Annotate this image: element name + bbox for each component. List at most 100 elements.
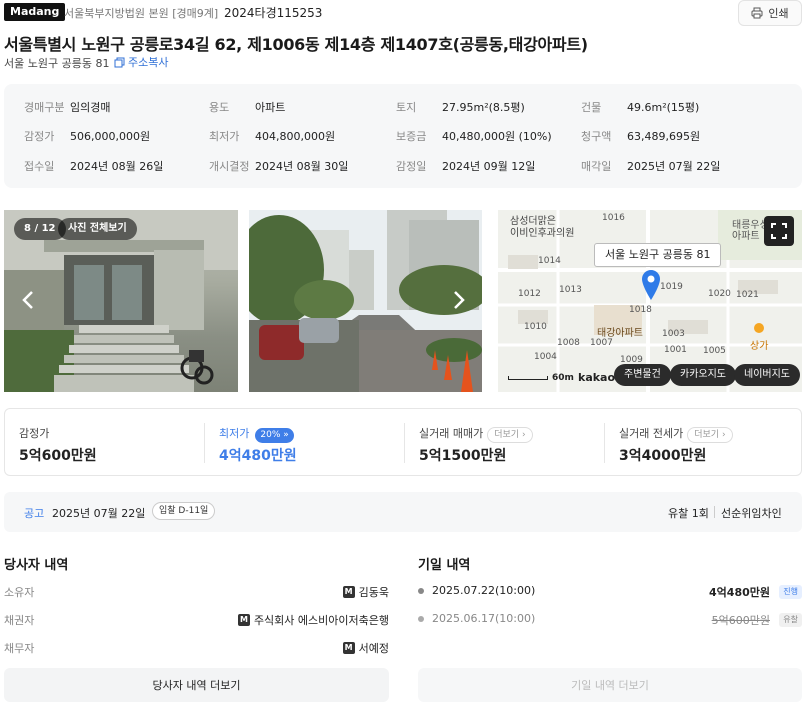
info-label: 용도 (209, 101, 230, 114)
map-tooltip: 서울 노원구 공릉동 81 (594, 243, 722, 267)
info-value: 40,480,000원 (10%) (442, 130, 552, 143)
price-trade: 실거래 매매가 더보기 › 5억1500만원 (405, 409, 604, 475)
copy-icon (114, 57, 125, 67)
view-all-photos-button[interactable]: 사진 전체보기 (58, 218, 137, 240)
chevron-right-icon (454, 291, 465, 309)
price-value: 3억4000만원 (619, 448, 707, 464)
price-minimum: 최저가 20% » 4억480만원 (205, 409, 404, 475)
info-label: 감정가 (24, 130, 55, 143)
map-label: 1013 (559, 285, 582, 295)
copy-address-label: 주소복사 (128, 56, 169, 69)
photo-next-button[interactable] (449, 288, 469, 312)
m-badge-icon: M (342, 586, 355, 598)
case-number: 2024타경115253 (224, 6, 323, 20)
info-label: 건물 (581, 101, 602, 114)
pin-small-icon (754, 323, 765, 333)
print-label: 인쇄 (768, 7, 789, 20)
map-label: 1020 (708, 289, 731, 299)
history-price: 5억600만원 (711, 614, 770, 627)
history-row: 2025.07.22(10:00) 4억480만원 진행 (418, 582, 802, 602)
brand-logo: Madang (4, 3, 66, 21)
map-label: 1007 (590, 338, 613, 348)
map-scale-bar (508, 376, 548, 380)
parties-more-button[interactable]: 당사자 내역 더보기 (4, 668, 389, 702)
nearby-items-button[interactable]: 주변물건 (614, 364, 671, 386)
price-label: 감정가 (19, 427, 50, 440)
info-received: 접수일 2024년 08월 26일 (24, 158, 163, 174)
chevron-left-icon (22, 291, 33, 309)
map-expand-button[interactable] (764, 216, 794, 246)
price-label-text: 실거래 매매가 (419, 427, 484, 440)
map-label: 1012 (518, 289, 541, 299)
info-land: 토지 27.95m²(8.5평) (396, 99, 525, 115)
info-label: 경매구분 (24, 101, 65, 114)
party-row: 소유자 M 김동욱 (4, 582, 389, 602)
map-label: 1016 (602, 213, 625, 223)
map-label: 1005 (703, 346, 726, 356)
photo-prev-button[interactable] (18, 288, 38, 312)
status-badge: 유찰 (779, 613, 802, 627)
party-value: M 서예정 (342, 640, 389, 656)
m-badge-icon: M (237, 614, 250, 626)
property-photo-entrance[interactable]: 8 / 12 사진 전체보기 (4, 210, 238, 392)
divider (714, 506, 715, 518)
party-row: 채무자 M 서예정 (4, 638, 389, 658)
info-building: 건물 49.6m²(15평) (581, 99, 699, 115)
parties-title: 당사자 내역 (4, 558, 69, 573)
discount-badge: 20% » (255, 428, 294, 443)
history-date: 2025.06.17(10:00) (432, 612, 536, 625)
location-map[interactable]: 삼성더맑은 이비인후과의원 1016 태릉우성 아파트 1014 1013 1019… (498, 210, 802, 392)
info-label: 접수일 (24, 160, 55, 173)
senior-tenant-tag: 선순위임차인 (721, 507, 782, 520)
price-appraisal: 감정가 5억600만원 (5, 409, 204, 475)
lease-more-button[interactable]: 더보기 › (687, 427, 733, 443)
copy-address-button[interactable]: 주소복사 (114, 54, 168, 70)
kakao-logo: kakao (578, 371, 616, 384)
lot-address: 서울 노원구 공릉동 81 (4, 57, 110, 70)
map-label: 1003 (662, 329, 685, 339)
info-label: 보증금 (396, 130, 427, 143)
trade-more-button[interactable]: 더보기 › (487, 427, 533, 443)
price-value: 4억480만원 (219, 448, 297, 464)
party-value: M 주식회사 에스비아이저축은행 (237, 612, 389, 628)
history-row: 2025.06.17(10:00) 5억600만원 유찰 (418, 610, 802, 630)
info-start-decision: 개시결정 2024년 08월 30일 (209, 158, 348, 174)
printer-icon (751, 7, 763, 19)
map-label: 1008 (557, 338, 580, 348)
notice-bar: 공고 2025년 07월 22일 입찰 D-11일 유찰 1회 선순위임차인 (4, 492, 802, 532)
price-label: 최저가 20% » (219, 425, 294, 443)
fail-count: 유찰 1회 (668, 507, 709, 520)
party-value: M 김동욱 (342, 584, 389, 600)
price-label: 실거래 전세가 더보기 › (619, 425, 733, 443)
info-minimum: 최저가 404,800,000원 (209, 128, 335, 144)
price-label-text: 실거래 전세가 (619, 427, 684, 440)
info-value: 아파트 (255, 101, 286, 114)
map-label: 1010 (524, 322, 547, 332)
info-value: 2024년 08월 26일 (70, 160, 164, 173)
price-summary: 감정가 5억600만원 최저가 20% » 4억480만원 실거래 매매가 더보기 … (4, 408, 802, 476)
info-appraisal-date: 감정일 2024년 09월 12일 (396, 158, 535, 174)
info-value: 404,800,000원 (255, 130, 336, 143)
party-name: 주식회사 에스비아이저축은행 (253, 614, 389, 627)
bullet-icon (418, 616, 424, 622)
naver-map-button[interactable]: 네이버지도 (734, 364, 800, 386)
property-title: 서울특별시 노원구 공릉로34길 62, 제1006동 제14층 제1407호(… (4, 35, 588, 54)
map-label: 이비인후과의원 (510, 228, 575, 239)
m-badge-icon: M (342, 642, 355, 654)
map-label: 1001 (664, 345, 687, 355)
history-more-button[interactable]: 기일 내역 더보기 (418, 668, 802, 702)
party-role: 채권자 (4, 614, 35, 627)
kakao-map-button[interactable]: 카카오지도 (670, 364, 736, 386)
print-button[interactable]: 인쇄 (738, 0, 802, 26)
property-photo-street[interactable] (249, 210, 482, 392)
notice-label: 공고 (24, 507, 45, 520)
party-role: 소유자 (4, 586, 35, 599)
info-label: 토지 (396, 101, 417, 114)
court-name: 서울북부지방법원 본원 [경매9계] (64, 7, 219, 20)
dday-badge: 입찰 D-11일 (152, 502, 216, 520)
map-label: 1004 (534, 352, 557, 362)
price-label: 실거래 매매가 더보기 › (419, 425, 533, 443)
map-poi-store: 상가 (750, 322, 768, 352)
notice-date: 2025년 07월 22일 (52, 507, 146, 520)
price-lease: 실거래 전세가 더보기 › 3억4000만원 (605, 409, 803, 475)
